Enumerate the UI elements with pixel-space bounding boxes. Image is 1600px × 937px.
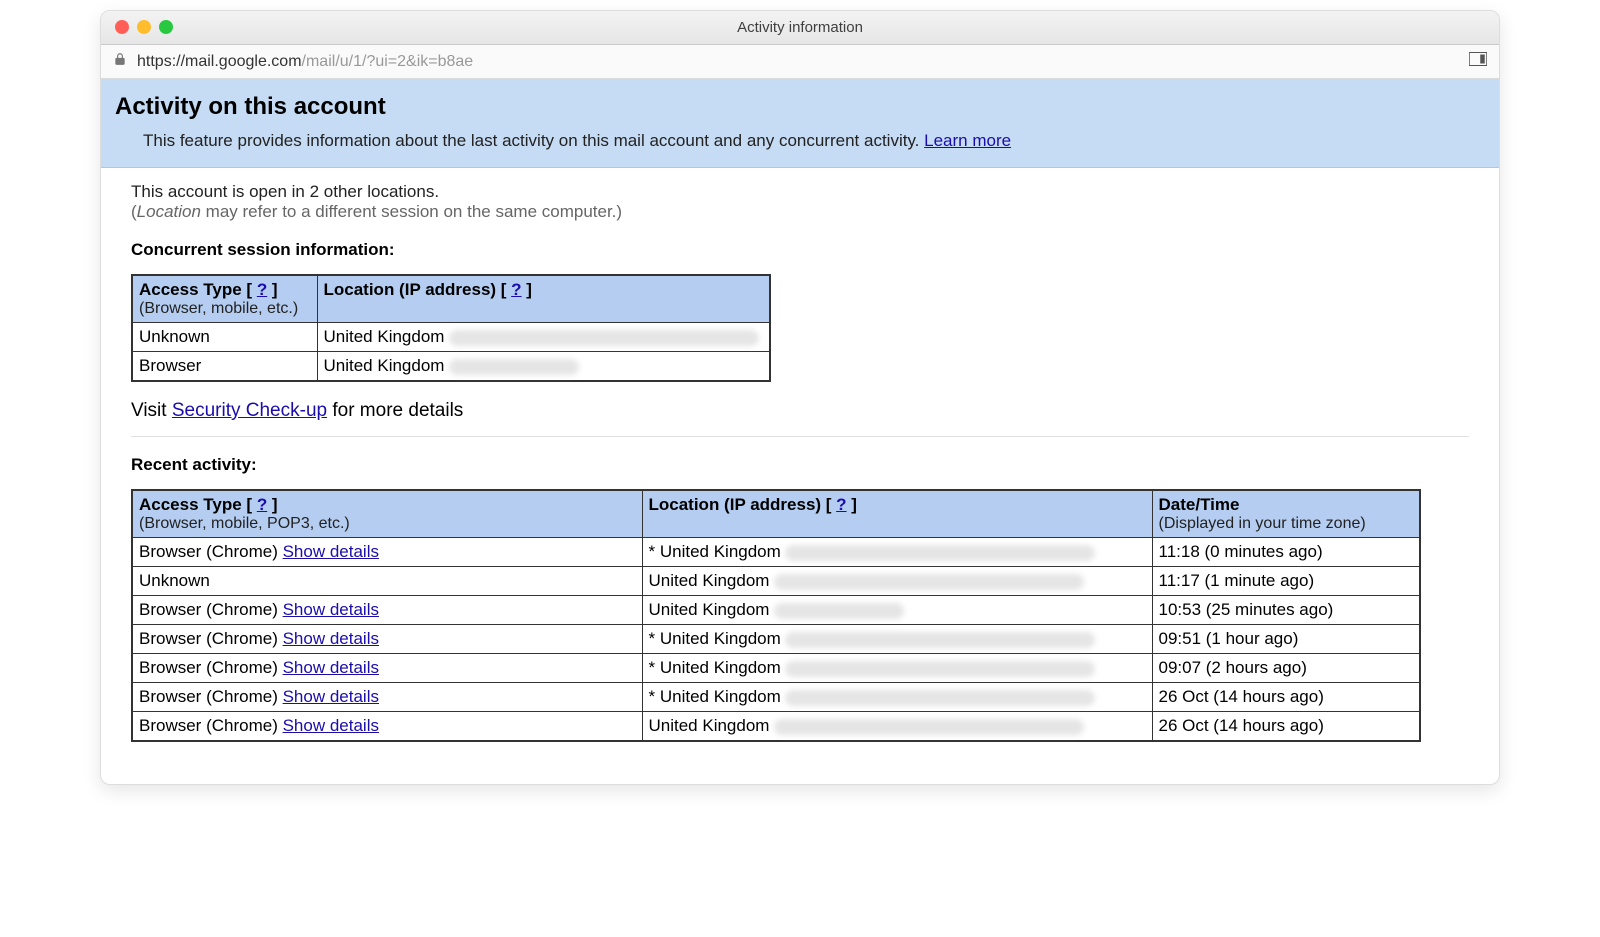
location-value: United Kingdom bbox=[324, 327, 445, 346]
access-type-value: Browser (Chrome) bbox=[139, 658, 283, 677]
section-divider bbox=[131, 436, 1469, 437]
table-row: Browser (Chrome) Show details * United Ki… bbox=[132, 654, 1420, 683]
ip-redacted bbox=[774, 603, 904, 619]
ip-redacted bbox=[774, 719, 1084, 735]
access-type-value: Browser (Chrome) bbox=[139, 600, 283, 619]
location-help-link[interactable]: ? bbox=[836, 495, 846, 514]
ip-redacted bbox=[449, 330, 759, 346]
table-row: Browser (Chrome) Show details United King… bbox=[132, 712, 1420, 742]
reader-view-icon[interactable] bbox=[1469, 52, 1487, 71]
show-details-link[interactable]: Show details bbox=[283, 716, 379, 735]
access-type-value: Unknown bbox=[139, 327, 210, 346]
lock-icon bbox=[113, 52, 127, 71]
show-details-link[interactable]: Show details bbox=[283, 658, 379, 677]
security-checkup-link[interactable]: Security Check-up bbox=[172, 400, 327, 421]
access-type-value: Browser (Chrome) bbox=[139, 716, 283, 735]
learn-more-link[interactable]: Learn more bbox=[924, 131, 1011, 150]
page-header: Activity on this account This feature pr… bbox=[101, 79, 1499, 168]
ip-redacted bbox=[785, 661, 1095, 677]
window-title: Activity information bbox=[737, 19, 863, 36]
col-access-type: Access Type [ ? ] (Browser, mobile, etc.… bbox=[132, 275, 317, 323]
browser-window: Activity information https://mail.google… bbox=[100, 10, 1500, 785]
datetime-value: 26 Oct (14 hours ago) bbox=[1159, 687, 1324, 706]
col-access-type: Access Type [ ? ] (Browser, mobile, POP3… bbox=[132, 490, 642, 538]
concurrent-sessions-table: Access Type [ ? ] (Browser, mobile, etc.… bbox=[131, 274, 771, 382]
ip-redacted bbox=[785, 690, 1095, 706]
datetime-value: 11:18 (0 minutes ago) bbox=[1159, 542, 1323, 561]
location-value: United Kingdom bbox=[324, 356, 445, 375]
maximize-window-button[interactable] bbox=[159, 20, 173, 34]
open-locations-text: This account is open in 2 other location… bbox=[131, 182, 1469, 222]
datetime-value: 11:17 (1 minute ago) bbox=[1159, 571, 1315, 590]
show-details-link[interactable]: Show details bbox=[283, 629, 379, 648]
col-location: Location (IP address) [ ? ] bbox=[317, 275, 770, 323]
location-value: United Kingdom bbox=[649, 571, 770, 590]
access-type-help-link[interactable]: ? bbox=[257, 495, 267, 514]
location-help-link[interactable]: ? bbox=[511, 280, 521, 299]
show-details-link[interactable]: Show details bbox=[283, 687, 379, 706]
location-value: * United Kingdom bbox=[649, 542, 781, 561]
access-type-value: Browser (Chrome) bbox=[139, 687, 283, 706]
table-row: Browser United Kingdom bbox=[132, 352, 770, 382]
ip-redacted bbox=[785, 632, 1095, 648]
recent-activity-heading: Recent activity: bbox=[131, 455, 1469, 475]
minimize-window-button[interactable] bbox=[137, 20, 151, 34]
page-subtitle: This feature provides information about … bbox=[143, 131, 1485, 151]
col-datetime: Date/Time (Displayed in your time zone) bbox=[1152, 490, 1420, 538]
address-bar[interactable]: https://mail.google.com/mail/u/1/?ui=2&i… bbox=[101, 45, 1499, 79]
location-value: * United Kingdom bbox=[649, 629, 781, 648]
datetime-value: 09:51 (1 hour ago) bbox=[1159, 629, 1299, 648]
ip-redacted bbox=[774, 574, 1084, 590]
location-value: * United Kingdom bbox=[649, 687, 781, 706]
table-row: Browser (Chrome) Show details United King… bbox=[132, 596, 1420, 625]
access-type-value: Browser (Chrome) bbox=[139, 542, 283, 561]
ip-redacted bbox=[449, 359, 579, 375]
close-window-button[interactable] bbox=[115, 20, 129, 34]
access-type-value: Browser bbox=[139, 356, 201, 375]
ip-redacted bbox=[785, 545, 1095, 561]
access-type-help-link[interactable]: ? bbox=[257, 280, 267, 299]
concurrent-session-heading: Concurrent session information: bbox=[131, 240, 1469, 260]
url-text: https://mail.google.com/mail/u/1/?ui=2&i… bbox=[137, 53, 473, 71]
show-details-link[interactable]: Show details bbox=[283, 600, 379, 619]
page-title: Activity on this account bbox=[115, 93, 1485, 121]
recent-activity-table: Access Type [ ? ] (Browser, mobile, POP3… bbox=[131, 489, 1421, 742]
col-location: Location (IP address) [ ? ] bbox=[642, 490, 1152, 538]
table-row: Unknown United Kingdom bbox=[132, 323, 770, 352]
location-value: United Kingdom bbox=[649, 600, 770, 619]
access-type-value: Unknown bbox=[139, 571, 210, 590]
table-row: Browser (Chrome) Show details * United Ki… bbox=[132, 538, 1420, 567]
table-row: Browser (Chrome) Show details * United Ki… bbox=[132, 625, 1420, 654]
table-row: Browser (Chrome) Show details * United Ki… bbox=[132, 683, 1420, 712]
security-checkup-line: Visit Security Check-up for more details bbox=[131, 400, 1469, 422]
location-value: * United Kingdom bbox=[649, 658, 781, 677]
table-row: Unknown United Kingdom 11:17 (1 minute ag… bbox=[132, 567, 1420, 596]
datetime-value: 09:07 (2 hours ago) bbox=[1159, 658, 1307, 677]
access-type-value: Browser (Chrome) bbox=[139, 629, 283, 648]
window-titlebar: Activity information bbox=[101, 11, 1499, 45]
location-value: United Kingdom bbox=[649, 716, 770, 735]
show-details-link[interactable]: Show details bbox=[283, 542, 379, 561]
datetime-value: 26 Oct (14 hours ago) bbox=[1159, 716, 1324, 735]
datetime-value: 10:53 (25 minutes ago) bbox=[1159, 600, 1334, 619]
